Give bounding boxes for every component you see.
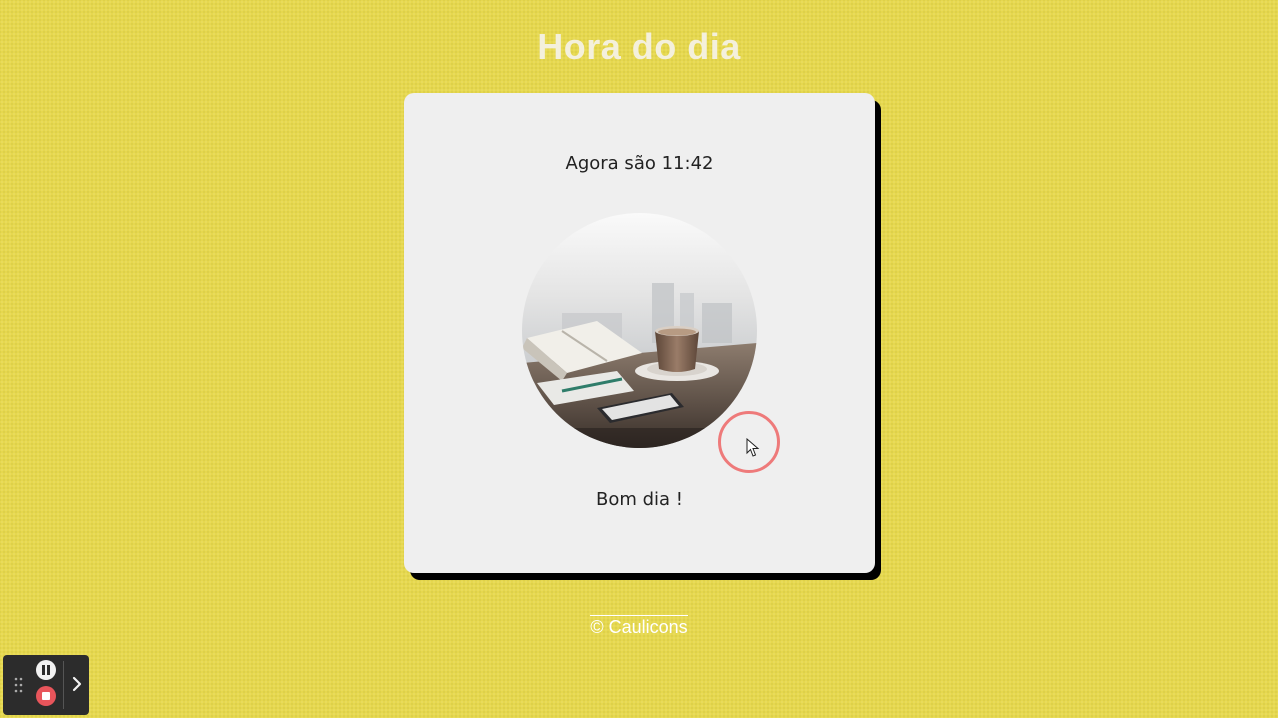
recorder-toolbar [3,655,89,715]
time-prefix: Agora são [565,153,656,174]
toolbar-divider [63,661,64,709]
period-image [522,213,757,448]
coffee-desk-illustration [522,213,757,448]
page-title: Hora do dia [537,26,741,67]
time-value: 11:42 [661,153,714,174]
mouse-cursor-icon [746,438,760,457]
pause-icon[interactable] [36,660,56,680]
current-time: Agora são 11:42 [404,153,875,174]
footer-credit-link[interactable]: © Caulicons [590,615,688,637]
chevron-right-icon[interactable] [69,674,85,694]
stop-icon[interactable] [36,686,56,706]
greeting-text: Bom dia ! [595,489,683,510]
time-card: Agora são 11:42 Bom dia ! [404,93,875,573]
drag-handle-icon[interactable] [14,677,24,693]
footer: © Caulicons [0,615,1278,638]
